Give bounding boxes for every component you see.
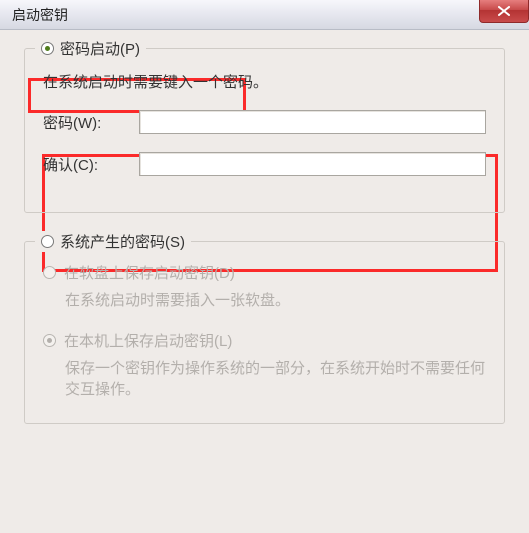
password-row: 密码(W):	[43, 110, 486, 134]
radio-icon	[43, 334, 56, 347]
radio-store-locally-label: 在本机上保存启动密钥(L)	[64, 330, 232, 351]
radio-icon	[43, 266, 56, 279]
radio-system-password[interactable]: 系统产生的密码(S)	[35, 231, 191, 252]
title-bar: 启动密钥	[0, 0, 529, 30]
local-desc: 保存一个密钥作为操作系统的一部分，在系统开始时不需要任何交互操作。	[65, 357, 486, 399]
confirm-label: 确认(C):	[43, 154, 139, 175]
radio-password-startup-label: 密码启动(P)	[60, 38, 140, 59]
window-title: 启动密钥	[12, 5, 68, 25]
close-icon	[498, 6, 510, 16]
radio-system-password-label: 系统产生的密码(S)	[60, 231, 185, 252]
password-startup-desc: 在系统启动时需要键入一个密码。	[43, 71, 486, 92]
dialog-body: 密码启动(P) 在系统启动时需要键入一个密码。 密码(W): 确认(C): 系统…	[0, 30, 529, 424]
group-system-password: 系统产生的密码(S) 在软盘上保存启动密钥(D) 在系统启动时需要插入一张软盘。…	[24, 241, 505, 424]
radio-store-on-floppy[interactable]: 在软盘上保存启动密钥(D)	[43, 262, 486, 283]
password-input[interactable]	[139, 110, 486, 134]
confirm-input[interactable]	[139, 152, 486, 176]
radio-password-startup[interactable]: 密码启动(P)	[35, 38, 146, 59]
radio-store-on-floppy-label: 在软盘上保存启动密钥(D)	[64, 262, 235, 283]
close-button[interactable]	[479, 0, 529, 23]
confirm-row: 确认(C):	[43, 152, 486, 176]
radio-icon	[41, 235, 54, 248]
password-label: 密码(W):	[43, 112, 139, 133]
radio-store-locally[interactable]: 在本机上保存启动密钥(L)	[43, 330, 486, 351]
radio-icon	[41, 42, 54, 55]
group-password-startup: 密码启动(P) 在系统启动时需要键入一个密码。 密码(W): 确认(C):	[24, 48, 505, 213]
floppy-desc: 在系统启动时需要插入一张软盘。	[65, 289, 486, 310]
